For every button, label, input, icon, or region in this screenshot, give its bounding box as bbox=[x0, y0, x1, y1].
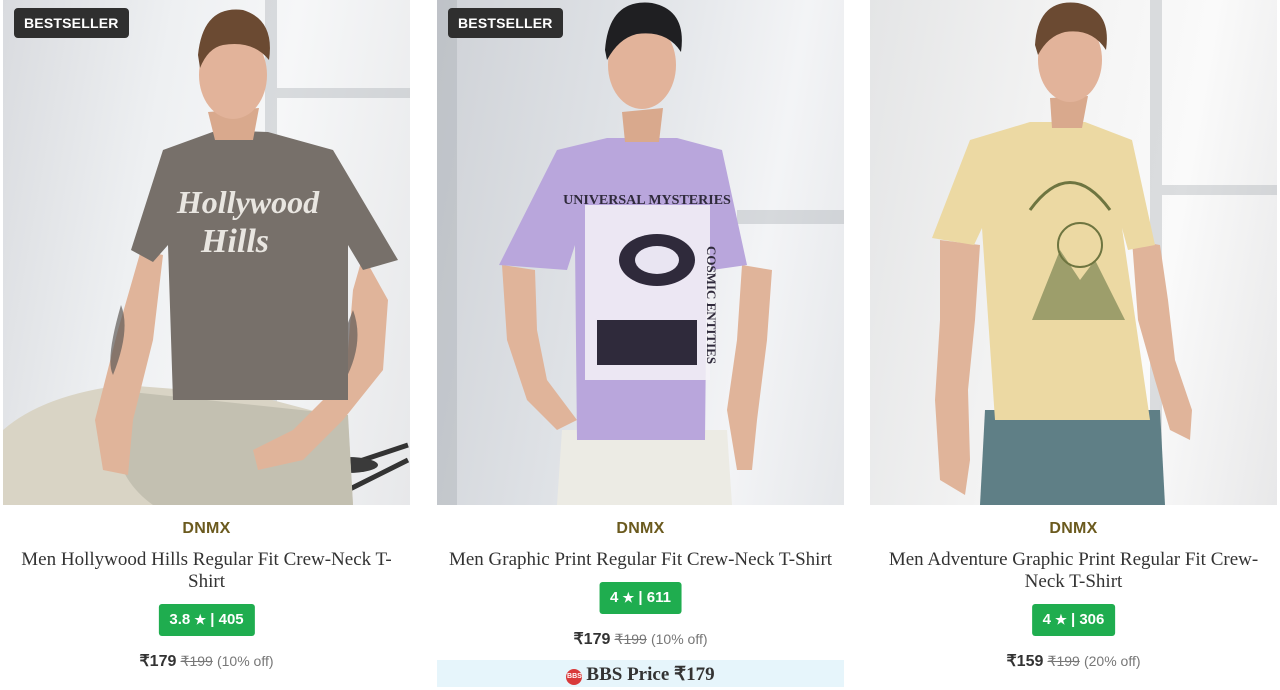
svg-text:UNIVERSAL MYSTERIES: UNIVERSAL MYSTERIES bbox=[563, 193, 731, 208]
bestseller-badge: BESTSELLER bbox=[14, 8, 129, 38]
product-image[interactable] bbox=[870, 0, 1277, 505]
price-row: ₹159 ₹199 (20% off) bbox=[870, 651, 1277, 671]
product-image[interactable]: Hollywood Hills BESTSELLER bbox=[3, 0, 410, 505]
rating-badge: 3.8 ★ | 405 bbox=[158, 604, 255, 636]
rating-badge: 4 ★ | 306 bbox=[1031, 604, 1116, 636]
product-image[interactable]: UNIVERSAL MYSTERIES COSMIC ENTITIES BEST… bbox=[437, 0, 844, 505]
review-count: 405 bbox=[218, 611, 244, 628]
product-card[interactable]: Hollywood Hills BESTSELLER DNMX Men Holl… bbox=[3, 0, 410, 687]
rating-separator: | bbox=[210, 611, 215, 628]
brand-name: DNMX bbox=[1049, 520, 1098, 537]
mrp-price: ₹199 bbox=[614, 631, 647, 647]
discount-text: (20% off) bbox=[1083, 653, 1141, 669]
discount-text: (10% off) bbox=[216, 653, 274, 669]
rating-value: 4 bbox=[610, 589, 619, 606]
star-icon: ★ bbox=[622, 590, 635, 605]
mrp-price: ₹199 bbox=[180, 653, 213, 669]
svg-text:Hollywood: Hollywood bbox=[176, 184, 320, 220]
selling-price: ₹159 bbox=[1006, 653, 1044, 670]
review-count: 611 bbox=[646, 589, 671, 606]
rating-separator: | bbox=[1070, 611, 1076, 628]
product-title[interactable]: Men Hollywood Hills Regular Fit Crew-Nec… bbox=[13, 549, 400, 593]
product-card[interactable]: DNMX Men Adventure Graphic Print Regular… bbox=[870, 0, 1277, 687]
price-row: ₹179 ₹199 (10% off) bbox=[437, 629, 844, 649]
bbs-price-banner: BBS BBS Price ₹179 bbox=[437, 660, 844, 687]
product-title[interactable]: Men Graphic Print Regular Fit Crew-Neck … bbox=[447, 549, 834, 571]
price-row: ₹179 ₹199 (10% off) bbox=[3, 651, 410, 671]
svg-text:COSMIC ENTITIES: COSMIC ENTITIES bbox=[704, 246, 719, 364]
bbs-logo-icon: BBS bbox=[566, 669, 583, 685]
brand-name: DNMX bbox=[182, 520, 231, 537]
svg-text:Hills: Hills bbox=[200, 223, 269, 260]
product-title[interactable]: Men Adventure Graphic Print Regular Fit … bbox=[880, 549, 1267, 593]
rating-value: 3.8 bbox=[169, 611, 191, 628]
model-photo: Hollywood Hills bbox=[3, 9, 410, 505]
model-photo bbox=[932, 2, 1192, 505]
rating-badge: 4 ★ | 611 bbox=[599, 582, 682, 614]
review-count: 306 bbox=[1079, 611, 1105, 628]
mrp-price: ₹199 bbox=[1047, 653, 1080, 669]
rating-value: 4 bbox=[1042, 611, 1051, 628]
rating-separator: | bbox=[638, 589, 643, 606]
bbs-price-text: BBS Price ₹179 bbox=[586, 664, 715, 685]
model-photo: UNIVERSAL MYSTERIES COSMIC ENTITIES bbox=[499, 2, 772, 505]
star-icon: ★ bbox=[1055, 612, 1067, 627]
selling-price: ₹179 bbox=[573, 631, 611, 648]
bestseller-badge: BESTSELLER bbox=[448, 8, 563, 38]
selling-price: ₹179 bbox=[139, 653, 177, 670]
product-card[interactable]: UNIVERSAL MYSTERIES COSMIC ENTITIES BEST… bbox=[437, 0, 844, 687]
star-icon: ★ bbox=[194, 612, 207, 627]
brand-name: DNMX bbox=[616, 520, 665, 537]
discount-text: (10% off) bbox=[650, 631, 708, 647]
